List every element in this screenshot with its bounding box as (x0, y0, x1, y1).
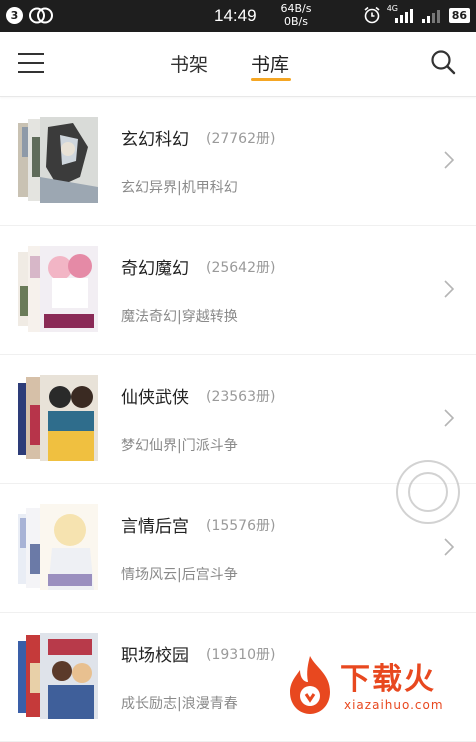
menu-icon-line (18, 62, 44, 64)
chevron-right-icon (444, 280, 454, 298)
category-tags: 情场风云|后宫斗争 (121, 567, 238, 583)
category-count: (15576册) (206, 518, 276, 534)
category-tags: 魔法奇幻|穿越转换 (121, 309, 238, 325)
category-cover-image (18, 633, 98, 719)
category-row-qihuan[interactable]: 奇幻魔幻 (25642册) 魔法奇幻|穿越转换 (0, 226, 476, 355)
notification-badge: 3 (6, 7, 23, 24)
category-list: 玄幻科幻 (27762册) 玄幻异界|机甲科幻 奇幻魔幻 (25642册) 魔法… (0, 97, 476, 742)
category-tags: 梦幻仙界|门派斗争 (121, 438, 238, 454)
category-cover-image (18, 246, 98, 332)
speed-up: 64B/s (280, 2, 312, 15)
flame-logo-icon (290, 656, 330, 714)
top-nav-bar: 书架 书库 (0, 32, 476, 97)
network-speed: 64B/s 0B/s (276, 2, 316, 28)
watermark-domain: xiazaihuo.com (344, 698, 444, 712)
search-icon[interactable] (430, 49, 456, 75)
category-cover-image (18, 504, 98, 590)
menu-icon-line (18, 53, 44, 55)
category-cover-image (18, 117, 98, 203)
app-notification-icon (29, 7, 53, 24)
chevron-right-icon (444, 151, 454, 169)
category-title: 言情后宫 (121, 517, 189, 537)
menu-icon-line (18, 71, 44, 73)
category-title: 玄幻科幻 (121, 130, 189, 150)
category-tags: 成长励志|浪漫青春 (121, 696, 238, 712)
category-count: (25642册) (206, 260, 276, 276)
category-row-xianxia[interactable]: 仙侠武侠 (23563册) 梦幻仙界|门派斗争 (0, 355, 476, 484)
floating-button-ring (408, 472, 448, 512)
speed-down: 0B/s (284, 15, 308, 28)
category-cover-image (18, 375, 98, 461)
status-bar: 3 14:49 64B/s 0B/s 4G 86 (0, 0, 476, 32)
tab-bookshelf[interactable]: 书架 (170, 50, 208, 77)
tab-library[interactable]: 书库 (251, 50, 289, 77)
chevron-right-icon (444, 538, 454, 556)
battery-level: 86 (448, 7, 470, 23)
chevron-right-icon (444, 409, 454, 427)
menu-button[interactable] (18, 52, 44, 74)
category-count: (27762册) (206, 131, 276, 147)
signal-icon (421, 10, 440, 23)
category-count: (19310册) (206, 647, 276, 663)
category-count: (23563册) (206, 389, 276, 405)
watermark-text: 下载火 (340, 662, 436, 697)
alarm-icon (364, 6, 380, 24)
active-tab-indicator (251, 78, 291, 81)
category-tags: 玄幻异界|机甲科幻 (121, 180, 238, 196)
signal-4g-icon: 4G (387, 4, 415, 24)
floating-assist-button[interactable] (396, 460, 460, 524)
watermark: 下载火 xiazaihuo.com (282, 654, 472, 716)
category-title: 仙侠武侠 (121, 388, 189, 408)
category-title: 奇幻魔幻 (121, 259, 189, 279)
status-time: 14:49 (214, 6, 257, 25)
category-title: 职场校园 (121, 646, 189, 666)
category-row-xuanhuan[interactable]: 玄幻科幻 (27762册) 玄幻异界|机甲科幻 (0, 97, 476, 226)
